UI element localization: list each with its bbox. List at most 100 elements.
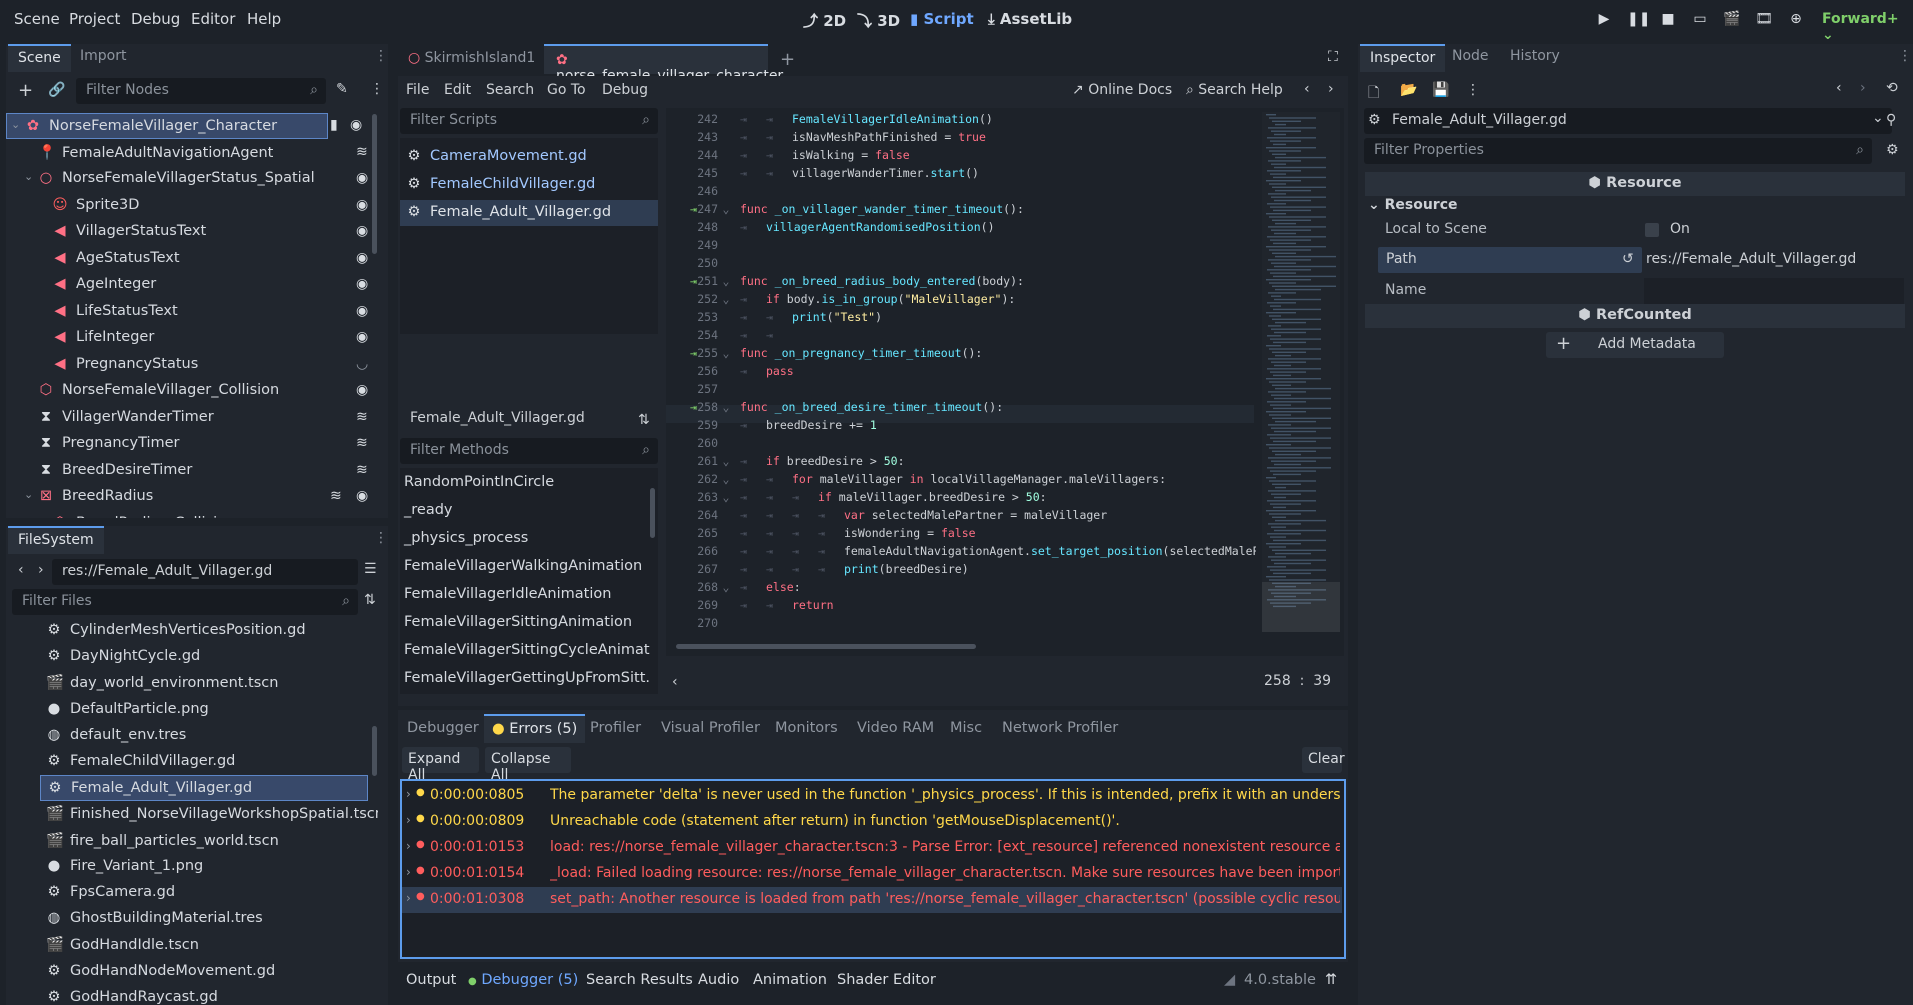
file-item[interactable]: 🎬 fire_ball_particles_world.tscn [6,828,372,854]
filesystem-path-field[interactable]: res://Female_Adult_Villager.gd [52,559,358,585]
error-row[interactable]: › ● 0:00:01:0153 load: res://norse_female_v… [402,835,1342,861]
bottom-tab-shader-editor[interactable]: Shader Editor [837,972,936,988]
bottom-tab-output[interactable]: Output [406,972,456,988]
inspector-more-icon[interactable]: ⋮ [1466,82,1480,98]
signal-icon[interactable]: ≋ [356,462,368,478]
filter-files-input[interactable]: Filter Files ⌕ [12,589,358,615]
chevron-right-icon[interactable]: › [406,839,411,853]
add-metadata-button[interactable]: + Add Metadata [1546,332,1724,358]
chevron-right-icon[interactable]: › [406,787,411,801]
scene-tree-node[interactable]: ◀ AgeStatusText [6,246,372,272]
revert-icon[interactable]: ↺ [1622,251,1634,267]
script-menu-debug[interactable]: Debug [602,82,648,98]
method-list-item[interactable]: FemaleVillagerGettingUpFromSitt... [400,666,650,692]
scene-tree-node[interactable]: ⬡ NorseFemaleVillager_Collision [6,378,372,404]
fold-arrow-icon[interactable]: ⌄ [718,400,734,414]
file-item[interactable]: ◍ default_env.tres [6,723,372,749]
method-list-item[interactable]: FemaleVillagerSittingAnimation [400,610,650,636]
toggle-scripts-panel-icon[interactable]: ‹ [672,674,678,690]
error-row[interactable]: › ● 0:00:01:0308 set_path: Another resource… [402,887,1342,913]
chevron-right-icon[interactable]: › [406,865,411,879]
toggle-split-icon[interactable]: ☰ [364,561,377,577]
new-resource-icon[interactable]: 🗋 [1368,82,1379,106]
group-resource[interactable]: ⌄ Resource [1368,197,1458,213]
history-forward-icon[interactable]: › [1860,80,1866,96]
scene-tree-node[interactable]: ⧗ BreedDesireTimer [6,458,372,484]
scene-more-icon[interactable]: ⋮ [370,81,384,97]
search-help-button[interactable]: ⌕ Search Help [1186,82,1283,98]
tab-history[interactable]: History [1500,44,1570,72]
scene-tree-node[interactable]: ☺ Sprite3D [6,193,372,219]
visibility-eye-icon[interactable]: ◉ [356,488,368,504]
file-item[interactable]: ⚙ FpsCamera.gd [6,880,372,906]
section-refcounted-header[interactable]: ⬢ RefCounted [1365,304,1905,328]
new-tab-icon[interactable]: + [780,49,795,70]
stop-icon[interactable]: ■ [1659,11,1677,29]
script-list-item[interactable]: ⚙ FemaleChildVillager.gd [400,172,658,198]
visibility-eye-icon[interactable]: ◉ [356,276,368,292]
file-item[interactable]: ● DefaultParticle.png [6,697,372,723]
file-item[interactable]: ● Fire_Variant_1.png [6,854,372,880]
load-resource-icon[interactable]: 📂 [1400,82,1417,98]
visibility-eye-icon[interactable]: ◉ [356,223,368,239]
remote-debug-icon[interactable]: ▭ [1691,11,1709,29]
collapse-all-button[interactable]: Collapse All [485,747,571,783]
method-list-item[interactable]: _physics_process [400,526,650,552]
file-item[interactable]: ⚙ Female_Adult_Villager.gd [40,775,368,802]
workspace-2d-button[interactable]: ⤴ 2D [803,10,846,31]
tab-inspector[interactable]: Inspector [1360,44,1446,72]
method-list-item[interactable]: FemaleVillagerWalkingAnimation [400,554,650,580]
visibility-eye-icon[interactable]: ◉ [356,170,368,186]
tab-scene[interactable]: Scene [8,44,71,72]
filter-methods-input[interactable]: Filter Methods ⌕ [400,438,658,464]
local-to-scene-checkbox[interactable] [1645,223,1659,237]
scene-tree-scrollbar[interactable] [372,114,377,254]
play-scene-icon[interactable]: 🎬 [1723,11,1741,29]
attached-script-icon[interactable]: ▮ [330,117,338,133]
file-item[interactable]: ⚙ CylinderMeshVerticesPosition.gd [6,618,372,644]
tab-skirmishisland1[interactable]: ○ SkirmishIsland1 [398,44,547,74]
chevron-down-icon[interactable]: ⌄ [24,170,33,183]
visibility-eye-icon[interactable]: ◉ [350,117,362,133]
add-node-icon[interactable]: + [18,80,33,101]
scene-tree-node[interactable]: ◀ AgeInteger [6,272,372,298]
tab-video-ram[interactable]: Video RAM [857,720,934,736]
scene-tree-node[interactable]: ⌄ ○ NorseFemaleVillagerStatus_Spatial [6,166,372,192]
chevron-down-icon[interactable]: ⌄ [24,488,33,501]
tab-monitors[interactable]: Monitors [775,720,838,736]
scene-tree-node[interactable]: ⧗ VillagerWanderTimer [6,405,372,431]
fold-arrow-icon[interactable]: ⌄ [718,454,734,468]
clear-button[interactable]: Clear [1302,747,1345,773]
visibility-eye-icon[interactable]: ◉ [356,303,368,319]
play-icon[interactable]: ▶ [1595,11,1613,29]
chevron-down-icon[interactable]: ⌄ [11,118,20,131]
fold-arrow-icon[interactable]: ⌄ [718,580,734,594]
file-item[interactable]: ⚙ GodHandNodeMovement.gd [6,959,372,985]
script-menu-search[interactable]: Search [486,82,534,98]
scene-tree-node[interactable]: 📍 FemaleAdultNavigationAgent [6,140,372,166]
sort-icon[interactable]: ⇅ [364,592,376,608]
signal-icon[interactable]: ≋ [330,488,342,504]
pause-icon[interactable]: ❚❚ [1627,11,1650,29]
code-hscrollbar[interactable] [676,644,976,649]
renderer-select[interactable]: Forward+ ⌄ [1822,11,1913,43]
scene-tree-node[interactable]: ⬡ BreedRadius_Collisi... [6,511,372,519]
menu-debug[interactable]: Debug [131,10,180,28]
fold-arrow-icon[interactable]: ⌄ [718,292,734,306]
script-list-item[interactable]: ⚙ Female_Adult_Villager.gd [400,200,658,226]
visibility-hidden-icon[interactable]: ◡ [356,356,368,372]
scene-tree-node[interactable]: ⌄ ⊠ BreedRadius [6,484,372,510]
tab-filesystem[interactable]: FileSystem [8,526,104,554]
chevron-right-icon[interactable]: › [406,891,411,905]
tab-errors[interactable]: ● Errors (5) [484,714,586,743]
signal-icon[interactable]: ≋ [356,409,368,425]
fold-arrow-icon[interactable]: ⌄ [718,490,734,504]
script-add-icon[interactable]: ✎ [336,81,348,97]
property-settings-icon[interactable]: ⚙ [1886,142,1899,158]
inspector-menu-icon[interactable]: ⋮ [1898,48,1912,64]
scene-tree-node[interactable]: ◀ LifeInteger [6,325,372,351]
play-custom-scene-icon[interactable]: 🎞 [1755,11,1773,29]
section-resource-header[interactable]: ⬢ Resource [1365,172,1905,196]
link-icon[interactable]: 🔗 [48,82,65,98]
tab-profiler[interactable]: Profiler [590,720,641,736]
